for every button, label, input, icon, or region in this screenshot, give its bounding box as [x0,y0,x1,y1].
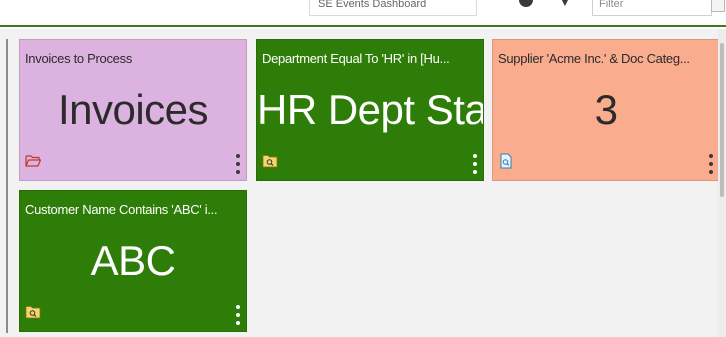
filter-button[interactable] [711,0,725,12]
folder-search-icon[interactable] [24,303,42,321]
tile-value: HR Dept Staff [257,86,484,133]
filter-input[interactable]: Filter [592,0,712,16]
tile-department-hr[interactable]: Department Equal To 'HR' in [Hu... HR De… [256,39,484,181]
document-search-icon[interactable] [497,152,515,170]
dashboard-canvas: Invoices to Process Invoices Department … [0,29,726,337]
left-rail-divider [6,39,8,333]
tile-title: Supplier 'Acme Inc.' & Doc Categ... [498,51,690,66]
folder-search-icon[interactable] [261,152,279,170]
tile-invoices-to-process[interactable]: Invoices to Process Invoices [19,39,247,181]
more-options-icon[interactable] [233,152,243,176]
tile-value: Invoices [57,86,209,133]
tile-value: ABC [90,237,176,284]
pin-icon[interactable]: ▼ [559,0,571,8]
top-toolbar: SE Events Dashboard ▼ Filter [0,0,726,27]
tile-title: Department Equal To 'HR' in [Hu... [262,51,450,66]
tile-title: Customer Name Contains 'ABC' i... [25,202,218,217]
more-options-icon[interactable] [233,303,243,327]
folder-open-icon[interactable] [24,152,42,170]
tile-title: Invoices to Process [25,51,133,66]
dashboard-name-field[interactable]: SE Events Dashboard [309,0,477,16]
more-options-icon[interactable] [706,152,716,176]
tile-value: 3 [594,86,618,133]
vertical-scrollbar[interactable] [718,29,726,337]
tile-supplier-acme[interactable]: Supplier 'Acme Inc.' & Doc Categ... 3 [492,39,720,181]
scrollbar-thumb[interactable] [720,43,724,197]
more-options-icon[interactable] [470,152,480,176]
tile-customer-abc[interactable]: Customer Name Contains 'ABC' i... ABC [19,190,247,332]
refresh-icon[interactable] [519,0,533,7]
